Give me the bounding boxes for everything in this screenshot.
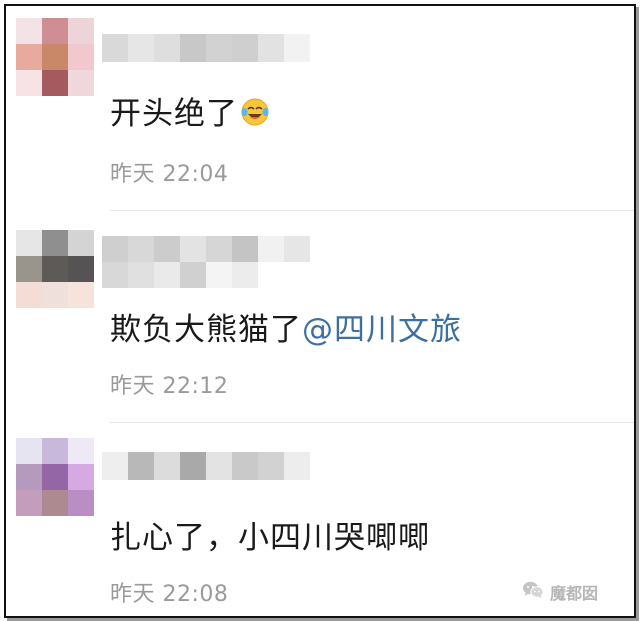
- comment-item: 开头绝了 昨天 22:04: [6, 10, 634, 218]
- comment-text-content: 欺负大熊猫了: [110, 312, 302, 348]
- avatar-pixel: [42, 438, 68, 464]
- username-pixel: [180, 452, 206, 480]
- avatar-pixel: [16, 438, 42, 464]
- comment-item: 欺负大熊猫了@四川文旅 昨天 22:12: [6, 222, 634, 430]
- username-pixel: [154, 236, 180, 262]
- username-pixel: [102, 262, 128, 288]
- avatar-pixel: [42, 230, 68, 256]
- avatar-pixel: [42, 464, 68, 490]
- avatar-pixel: [16, 44, 42, 70]
- username-pixel: [154, 34, 180, 62]
- avatar[interactable]: [16, 438, 94, 516]
- username-pixel: [284, 236, 310, 262]
- username-pixel: [232, 34, 258, 62]
- username-pixel: [154, 452, 180, 480]
- avatar-pixel: [42, 256, 68, 282]
- username-pixel: [102, 34, 128, 62]
- avatar-pixel: [16, 282, 42, 308]
- avatar-pixel: [42, 44, 68, 70]
- username-blurred[interactable]: [102, 236, 312, 288]
- avatar[interactable]: [16, 230, 94, 308]
- comment-text: 扎心了，小四川哭唧唧: [110, 512, 430, 557]
- username-pixel: [128, 236, 154, 262]
- avatar-pixel: [68, 256, 94, 282]
- avatar-pixel: [68, 18, 94, 44]
- avatar-pixel: [16, 464, 42, 490]
- wechat-icon: [522, 580, 544, 604]
- avatar-pixel: [68, 70, 94, 96]
- avatar-pixel: [68, 438, 94, 464]
- username-pixel: [232, 236, 258, 262]
- avatar-pixel: [68, 464, 94, 490]
- laughing-crying-emoji-icon: [240, 97, 270, 127]
- mention-link[interactable]: @四川文旅: [302, 312, 462, 348]
- username-pixel: [232, 452, 258, 480]
- username-pixel: [206, 34, 232, 62]
- divider: [110, 210, 634, 211]
- comment-timestamp: 昨天 22:12: [110, 374, 229, 399]
- avatar-pixel: [42, 70, 68, 96]
- username-pixel: [180, 236, 206, 262]
- avatar-pixel: [16, 490, 42, 516]
- username-pixel: [102, 236, 128, 262]
- avatar[interactable]: [16, 18, 94, 96]
- comment-text-content: 开头绝了: [110, 96, 238, 132]
- username-pixel: [128, 262, 154, 288]
- screenshot-page: 开头绝了 昨天 22:04 欺负大熊猫了@四川文旅 昨天 22:12 扎心了，小…: [0, 0, 640, 621]
- username-pixel: [102, 452, 128, 480]
- avatar-pixel: [68, 44, 94, 70]
- comment-text: 欺负大熊猫了@四川文旅: [110, 304, 462, 349]
- divider: [110, 422, 634, 423]
- watermark: 魔都囡: [522, 580, 598, 604]
- username-pixel: [258, 34, 284, 62]
- avatar-pixel: [16, 70, 42, 96]
- username-pixel: [206, 236, 232, 262]
- avatar-pixel: [42, 18, 68, 44]
- username-pixel: [180, 262, 206, 288]
- username-blurred[interactable]: [102, 452, 310, 480]
- comment-timestamp: 昨天 22:08: [110, 582, 229, 607]
- comment-text: 开头绝了: [110, 88, 270, 133]
- username-pixel: [206, 262, 232, 288]
- avatar-pixel: [42, 490, 68, 516]
- username-pixel: [206, 452, 232, 480]
- avatar-pixel: [16, 230, 42, 256]
- username-pixel: [258, 236, 284, 262]
- username-pixel: [154, 262, 180, 288]
- avatar-pixel: [68, 490, 94, 516]
- username-pixel: [232, 262, 258, 288]
- avatar-pixel: [42, 282, 68, 308]
- comment-list: 开头绝了 昨天 22:04 欺负大熊猫了@四川文旅 昨天 22:12 扎心了，小…: [4, 4, 636, 618]
- username-pixel: [128, 34, 154, 62]
- avatar-pixel: [16, 18, 42, 44]
- avatar-pixel: [16, 256, 42, 282]
- comment-timestamp: 昨天 22:04: [110, 162, 229, 187]
- username-pixel: [284, 452, 310, 480]
- username-blurred[interactable]: [102, 34, 310, 62]
- watermark-label: 魔都囡: [549, 584, 598, 603]
- username-pixel: [128, 452, 154, 480]
- username-pixel: [284, 34, 310, 62]
- username-pixel: [258, 452, 284, 480]
- comment-text-content: 扎心了，小四川哭唧唧: [110, 520, 430, 556]
- username-pixel: [180, 34, 206, 62]
- avatar-pixel: [68, 282, 94, 308]
- avatar-pixel: [68, 230, 94, 256]
